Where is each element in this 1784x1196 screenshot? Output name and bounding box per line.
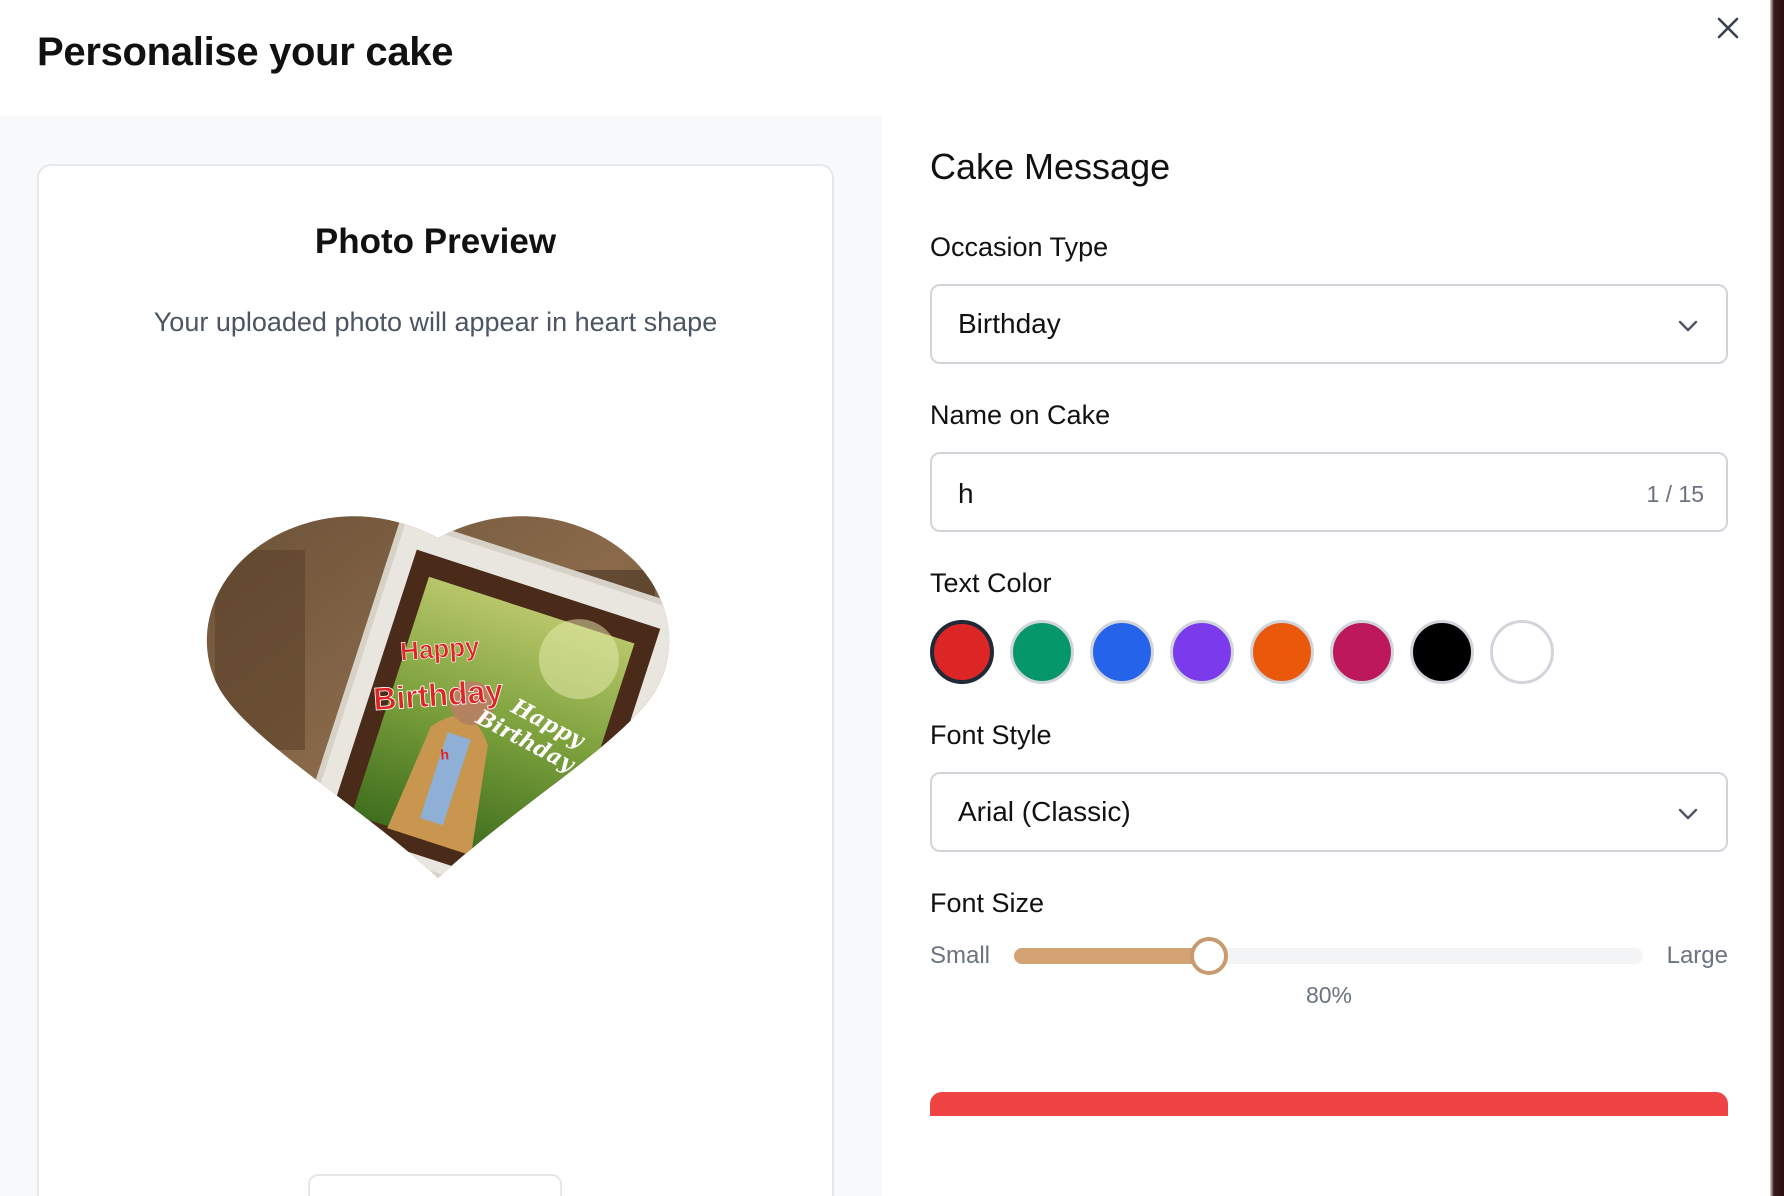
name-on-cake-label: Name on Cake [930, 400, 1111, 430]
cake-message-heading: Cake Message [930, 146, 1171, 187]
font-size-slider-fill [1014, 948, 1209, 964]
font-style-select[interactable]: Arial (Classic) [930, 772, 1728, 852]
cake-text-happy: Happy [399, 631, 481, 667]
chevron-down-icon [1678, 808, 1698, 820]
close-button[interactable] [1712, 12, 1744, 44]
preview-subtitle: Your uploaded photo will appear in heart… [153, 307, 718, 337]
color-swatch-3[interactable] [1090, 620, 1154, 684]
color-swatch-5[interactable] [1250, 620, 1314, 684]
font-style-value: Arial (Classic) [958, 796, 1131, 827]
color-swatch-4[interactable] [1170, 620, 1234, 684]
cake-text-name: h [440, 746, 450, 763]
close-icon [1717, 17, 1739, 39]
name-on-cake-input[interactable]: h 1 / 15 [930, 452, 1728, 532]
occasion-type-select[interactable]: Birthday [930, 284, 1728, 364]
color-swatch-6[interactable] [1330, 620, 1394, 684]
occasion-type-value: Birthday [958, 308, 1061, 339]
background-overlay-edge [1770, 0, 1784, 1196]
font-size-label: Font Size [930, 888, 1045, 918]
add-to-cart-button[interactable] [930, 1092, 1728, 1116]
font-style-label: Font Style [930, 720, 1052, 750]
preview-action-button[interactable] [308, 1174, 562, 1196]
font-size-max-label: Large [1666, 942, 1728, 969]
color-swatch-7[interactable] [1410, 620, 1474, 684]
modal-title: Personalise your cake [37, 30, 454, 74]
occasion-type-label: Occasion Type [930, 232, 1109, 262]
preview-title: Photo Preview [314, 222, 557, 261]
character-counter: 1 / 15 [1646, 481, 1704, 507]
color-swatch-1[interactable] [930, 620, 994, 684]
color-swatch-2[interactable] [1010, 620, 1074, 684]
name-on-cake-value: h [958, 478, 974, 509]
photo-preview-card: Photo Preview Your uploaded photo will a… [37, 164, 834, 1196]
font-size-slider-row: Small Large [930, 937, 1728, 976]
font-size-min-label: Small [930, 942, 991, 969]
font-size-slider[interactable] [1014, 937, 1643, 975]
personalise-cake-modal: Personalise your cake Photo Preview Your… [0, 0, 1784, 1196]
chevron-down-icon [1678, 320, 1698, 332]
heart-photo-preview: Happy Birthday h Happy Birthday [195, 510, 681, 878]
font-size-value: 80% [1305, 982, 1353, 1008]
text-color-label: Text Color [930, 568, 1052, 598]
color-swatch-8[interactable] [1490, 620, 1554, 684]
font-size-slider-thumb[interactable] [1189, 937, 1228, 975]
